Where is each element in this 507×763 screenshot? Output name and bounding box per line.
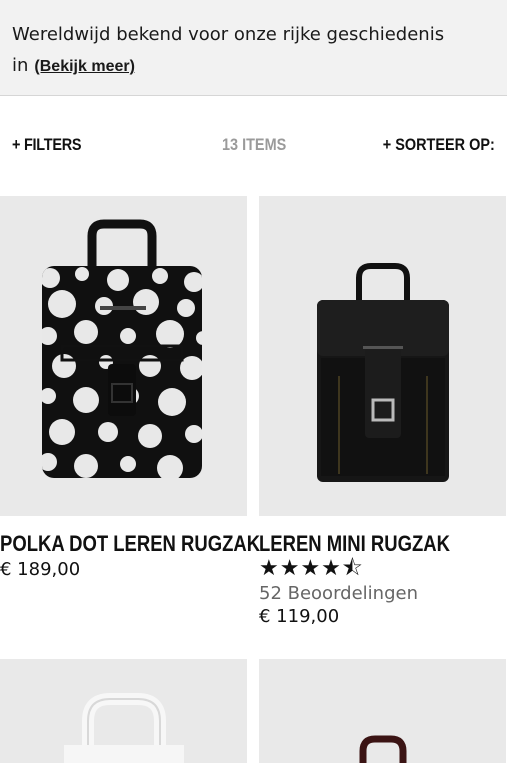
product-image[interactable] — [259, 659, 506, 763]
sort-button[interactable]: + SORTEER OP: — [383, 135, 495, 155]
product-image[interactable] — [259, 196, 506, 516]
banner-text: Wereldwijd bekend voor onze rijke geschi… — [12, 19, 492, 82]
product-name[interactable]: POLKA DOT LEREN RUGZAK — [0, 531, 260, 557]
product-price: € 119,00 — [259, 606, 340, 627]
rating-stars: ★★★★⯪ — [259, 556, 364, 581]
product-image[interactable] — [0, 659, 247, 763]
product-card[interactable]: LEREN MINI RUGZAK ★★★★⯪ 52 Beoordelingen… — [259, 196, 506, 627]
promo-banner: Wereldwijd bekend voor onze rijke geschi… — [0, 0, 507, 96]
product-name[interactable]: LEREN MINI RUGZAK — [259, 531, 466, 557]
product-price: € 189,00 — [0, 559, 81, 580]
item-count: 13 ITEMS — [222, 135, 287, 154]
product-card[interactable] — [0, 659, 247, 763]
product-card[interactable] — [259, 659, 506, 763]
banner-link[interactable]: (Bekijk meer) — [34, 58, 135, 75]
product-image[interactable] — [0, 196, 247, 516]
listing-toolbar: + FILTERS 13 ITEMS + SORTEER OP: — [0, 130, 507, 162]
reviews-link[interactable]: 52 Beoordelingen — [259, 583, 506, 604]
filters-button[interactable]: + FILTERS — [12, 135, 82, 155]
product-card[interactable]: POLKA DOT LEREN RUGZAK € 189,00 — [0, 196, 260, 580]
